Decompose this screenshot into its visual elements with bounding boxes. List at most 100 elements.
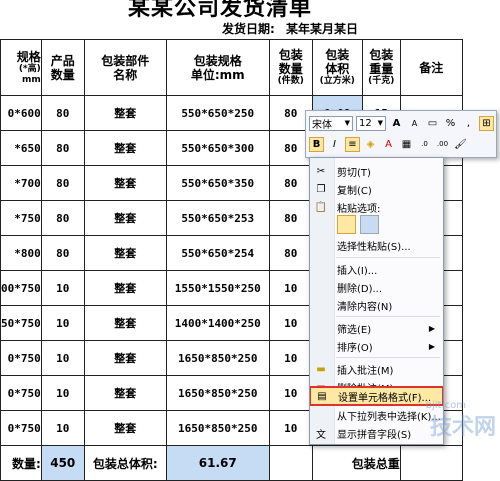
cell-spec[interactable]: 0*750 <box>0 375 42 411</box>
cell-spec[interactable]: *750 <box>0 200 42 236</box>
total-vol-label[interactable]: 包装总体积: <box>83 445 167 481</box>
brush-icon[interactable]: 🖌 <box>453 137 468 152</box>
cell-pkg-count[interactable]: 10 <box>268 305 313 341</box>
separator <box>336 316 440 317</box>
cell-spec[interactable]: *650 <box>0 130 42 166</box>
format-painter-icon[interactable]: ⊞ <box>479 115 494 131</box>
increase-decimal-icon[interactable]: .0 <box>417 137 432 152</box>
cell-part[interactable]: 整套 <box>83 410 167 446</box>
cell-pkg-spec[interactable]: 1650*850*250 <box>165 375 270 411</box>
cell-pkg-count[interactable]: 10 <box>268 410 313 446</box>
cell-part[interactable]: 整套 <box>83 235 167 271</box>
cell-qty[interactable]: 10 <box>40 340 85 376</box>
decrease-decimal-icon[interactable]: .00 <box>435 137 450 152</box>
menu-copy[interactable]: ❐ 复制(C) <box>310 180 443 198</box>
cell-spec[interactable]: 00*750 <box>0 270 42 306</box>
cell-pkg-spec[interactable]: 1650*850*250 <box>165 340 270 376</box>
bold-icon[interactable]: B <box>309 136 324 152</box>
cell-spec[interactable]: *700 <box>0 165 42 201</box>
borders-icon[interactable]: ▦ <box>399 137 414 152</box>
menu-clear[interactable]: 清除内容(N) <box>310 296 443 314</box>
menu-delete[interactable]: 删除(D)... <box>310 278 443 296</box>
fill-color-icon[interactable]: ◈ <box>363 137 378 152</box>
menu-insert-comment[interactable]: ▬ 插入批注(M) <box>310 360 443 378</box>
menu-format-cells[interactable]: ▤ 设置单元格格式(F)... <box>310 386 443 406</box>
cell-qty[interactable]: 80 <box>40 95 85 131</box>
total-note[interactable] <box>399 445 463 481</box>
total-qty-value[interactable]: 450 <box>40 445 85 481</box>
menu-insert[interactable]: 插入(I)... <box>310 260 443 278</box>
cell-pkg-spec[interactable]: 550*650*300 <box>165 130 270 166</box>
menu-filter[interactable]: 筛选(E) ▶ <box>310 319 443 337</box>
cell-pkg-count[interactable]: 10 <box>268 375 313 411</box>
cell-pkg-count[interactable]: 10 <box>268 270 313 306</box>
col-part[interactable]: 包装部件 名称 <box>83 39 167 96</box>
cell-pkg-spec[interactable]: 550*650*253 <box>165 200 270 236</box>
cell-qty[interactable]: 80 <box>40 130 85 166</box>
menu-pick-list[interactable]: 从下拉列表中选择(K)... <box>310 406 443 424</box>
paste-default-icon[interactable] <box>337 215 356 234</box>
ship-date-label: 发货日期: <box>222 22 275 36</box>
menu-cut[interactable]: ✂ 剪切(T) <box>310 162 443 180</box>
cell-part[interactable]: 整套 <box>83 305 167 341</box>
cell-part[interactable]: 整套 <box>83 375 167 411</box>
shrink-font-icon[interactable]: A <box>407 116 422 131</box>
col-note[interactable]: 备注 <box>399 39 463 96</box>
total-vol-value[interactable]: 61.67 <box>165 445 270 481</box>
cell-spec[interactable]: 50*750 <box>0 305 42 341</box>
cell-pkg-spec[interactable]: 550*650*350 <box>165 165 270 201</box>
menu-paste-special[interactable]: 选择性粘贴(S)... <box>310 236 443 254</box>
cell-part[interactable]: 整套 <box>83 200 167 236</box>
cell-qty[interactable]: 10 <box>40 305 85 341</box>
cell-pkg-spec[interactable]: 1650*850*250 <box>165 410 270 446</box>
cell-spec[interactable]: 0*750 <box>0 340 42 376</box>
cell-part[interactable]: 整套 <box>83 95 167 131</box>
cell-pkg-count[interactable]: 80 <box>268 165 313 201</box>
cell-qty[interactable]: 80 <box>40 165 85 201</box>
watermark-logo: 技术网 <box>429 415 496 440</box>
cell-qty[interactable]: 80 <box>40 200 85 236</box>
italic-icon[interactable]: I <box>327 137 342 152</box>
cell-spec[interactable]: 0*600 <box>0 95 42 131</box>
font-size-dropdown[interactable]: 12 ▼ <box>356 115 386 131</box>
cell-pkg-spec[interactable]: 550*650*254 <box>165 235 270 271</box>
cell-part[interactable]: 整套 <box>83 340 167 376</box>
col-pkg-count[interactable]: 包装 数量 (件数) <box>268 39 313 96</box>
cell-spec[interactable]: 0*750 <box>0 410 42 446</box>
paste-values-icon[interactable] <box>360 215 379 234</box>
copy-icon: ❐ <box>316 183 326 195</box>
cell-part[interactable]: 整套 <box>83 130 167 166</box>
cell-qty[interactable]: 80 <box>40 235 85 271</box>
total-blank[interactable] <box>268 445 313 481</box>
grow-font-icon[interactable]: A <box>389 116 404 131</box>
ship-date-value[interactable]: 某年某月某日 <box>286 20 358 37</box>
cell-qty[interactable]: 10 <box>40 375 85 411</box>
comma-icon[interactable]: , <box>461 116 476 131</box>
phonetic-icon: 文 <box>316 429 326 441</box>
menu-phonetic[interactable]: 文显示拼音字段(S) <box>310 424 443 442</box>
cell-pkg-count[interactable]: 10 <box>268 340 313 376</box>
col-pkg-spec[interactable]: 包装规格 单位:mm <box>165 39 270 96</box>
col-spec[interactable]: 规格 (*高) mm <box>0 39 42 96</box>
cell-part[interactable]: 整套 <box>83 165 167 201</box>
menu-sort[interactable]: 排序(O) ▶ <box>310 337 443 355</box>
cell-pkg-count[interactable]: 80 <box>268 235 313 271</box>
cell-pkg-count[interactable]: 80 <box>268 200 313 236</box>
center-align-icon[interactable]: ≡ <box>345 136 360 152</box>
font-name-dropdown[interactable]: 宋体 ▼ <box>309 115 353 131</box>
col-volume[interactable]: 包装 体积 (立方米) <box>311 39 363 96</box>
percent-icon[interactable]: % <box>443 116 458 131</box>
total-qty-label[interactable]: 数量: <box>0 445 42 481</box>
cell-part[interactable]: 整套 <box>83 270 167 306</box>
currency-icon[interactable]: ▭ <box>425 116 440 131</box>
cell-spec[interactable]: *800 <box>0 235 42 271</box>
cell-pkg-spec[interactable]: 550*650*250 <box>165 95 270 131</box>
total-wt-label[interactable]: 包装总重 <box>311 445 401 481</box>
col-weight[interactable]: 包装 重量 (千克) <box>361 39 401 96</box>
col-qty[interactable]: 产品 数量 <box>40 39 85 96</box>
cell-qty[interactable]: 10 <box>40 270 85 306</box>
cell-pkg-spec[interactable]: 1550*1550*250 <box>165 270 270 306</box>
cell-qty[interactable]: 10 <box>40 410 85 446</box>
cell-pkg-spec[interactable]: 1400*1400*250 <box>165 305 270 341</box>
font-color-icon[interactable]: A <box>381 137 396 152</box>
